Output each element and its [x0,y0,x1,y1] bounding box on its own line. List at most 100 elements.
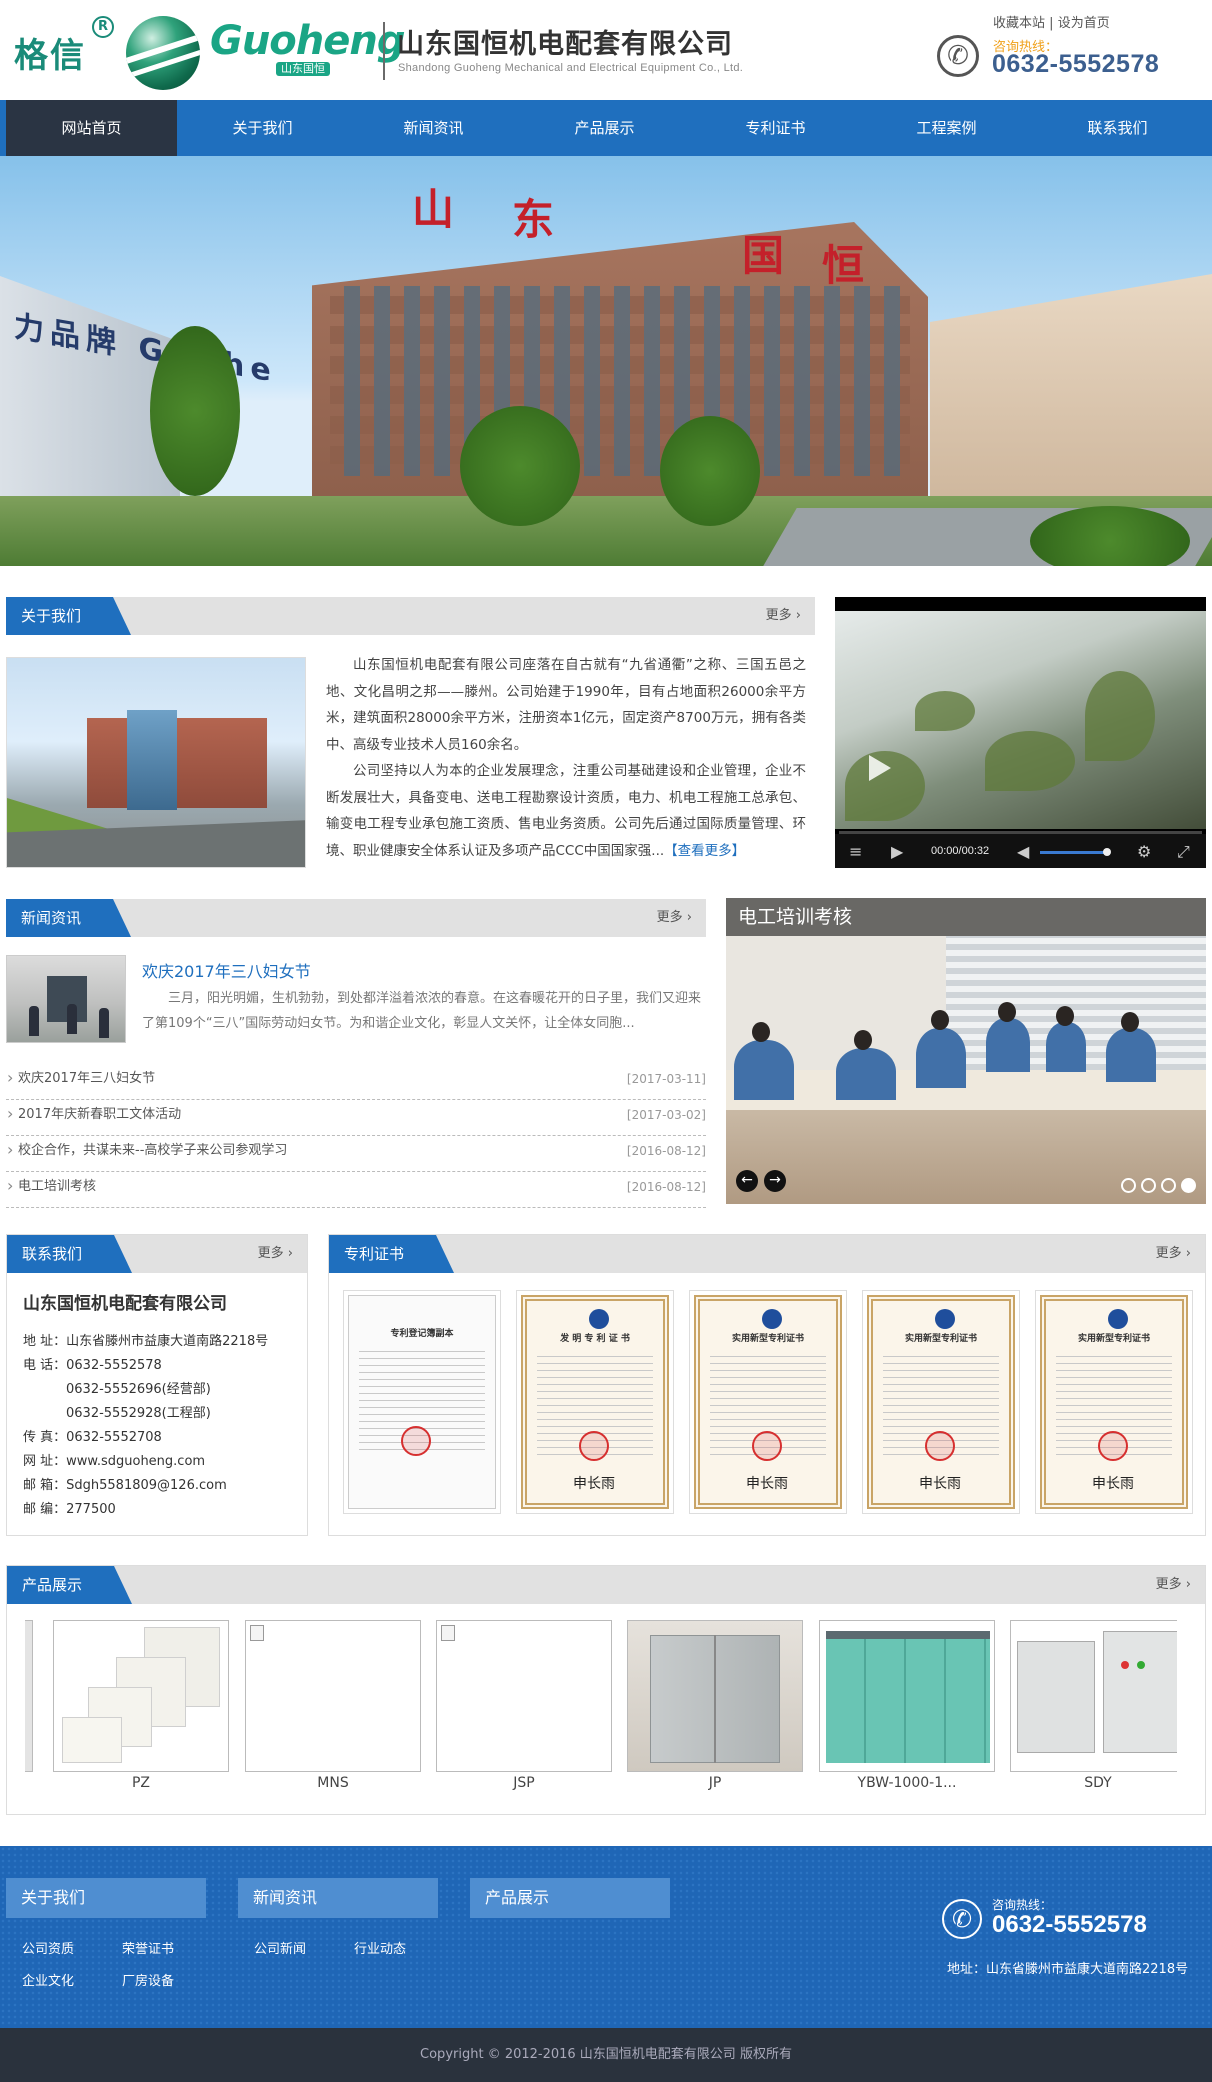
footer-link[interactable]: 行业动态 [354,1938,406,1957]
about-paragraph-1: 山东国恒机电配套有限公司座落在自古就有“九省通衢”之称、三国五邑之地、文化昌明之… [326,657,806,753]
trainee-head [854,1030,872,1050]
trainee [1106,1028,1156,1082]
product-card[interactable]: MNS [245,1620,421,1791]
training-title: 电工培训考核 [726,898,1206,936]
contact-info: 山东国恒机电配套有限公司 地 址：山东省滕州市益康大道南路2218号 电 话：0… [23,1290,268,1522]
nav-contact[interactable]: 联系我们 [1032,100,1203,156]
product-card[interactable]: PZ [53,1620,229,1791]
product-card[interactable]: YBW-1000-1... [819,1620,995,1791]
footer-link[interactable]: 厂房设备 [122,1970,174,1989]
product-card-partial[interactable] [25,1620,33,1772]
patent-certificate[interactable]: 实用新型专利证书 申长雨 [1035,1290,1193,1514]
about-more-link[interactable]: 更多 › [766,597,801,635]
news-list-item[interactable]: 电工培训考核[2016-08-12] [6,1171,706,1208]
contact-zip: 邮 编：277500 [23,1502,116,1517]
nav-patents[interactable]: 专利证书 [690,100,861,156]
company-name: 山东国恒机电配套有限公司 [397,29,733,60]
training-slider[interactable]: 电工培训考核 ← → [726,898,1206,1204]
nav-news[interactable]: 新闻资讯 [348,100,519,156]
trainee [734,1040,794,1100]
patent-certificate[interactable]: 专利登记簿副本 [343,1290,501,1514]
nav-cases[interactable]: 工程案例 [861,100,1032,156]
cert-heading: 实用新型专利证书 [1077,1334,1150,1344]
featured-news-title[interactable]: 欢庆2017年三八妇女节 [142,958,311,982]
nav-about[interactable]: 关于我们 [177,100,348,156]
site-header: 格信 R Guoheng 山东国恒 山东国恒机电配套有限公司 Shandong … [0,0,1212,100]
broken-image-icon [250,1625,264,1641]
cert-heading: 实用新型专利证书 [731,1334,804,1344]
patents-header: 专利证书 更多 › [329,1235,1205,1273]
leaf [1085,671,1155,761]
copyright: Copyright © 2012-2016 山东国恒机电配套有限公司 版权所有 [0,2028,1212,2082]
volume-icon[interactable]: ◀ [1017,842,1029,861]
product-card[interactable]: JSP [436,1620,612,1791]
cert-emblem-icon [935,1309,955,1329]
trainee-head [1121,1012,1139,1032]
play-icon[interactable]: ▶ [891,842,903,861]
big-play-icon[interactable] [869,755,891,781]
trainee-head [931,1010,949,1030]
patent-certificate[interactable]: 实用新型专利证书 申长雨 [689,1290,847,1514]
nav-home[interactable]: 网站首页 [6,100,177,156]
training-dot[interactable] [1141,1178,1156,1193]
globe-logo-icon[interactable] [126,16,200,90]
nav-products[interactable]: 产品展示 [519,100,690,156]
footer-news-title: 新闻资讯 [238,1878,438,1918]
right-building [930,274,1212,514]
set-home-link[interactable]: 设为首页 [1058,16,1110,31]
product-name: JSP [513,1775,535,1791]
contact-more-link[interactable]: 更多 › [258,1235,293,1273]
products-more-link[interactable]: 更多 › [1156,1566,1191,1604]
volume-slider[interactable] [1040,848,1111,856]
footer-link[interactable]: 荣誉证书 [122,1938,174,1957]
training-dot[interactable] [1121,1178,1136,1193]
cert-signature: 申长雨 [919,1476,961,1492]
footer-link[interactable]: 公司资质 [22,1938,74,1957]
tree [460,406,580,526]
read-more-link[interactable]: 【查看更多】 [664,843,745,859]
about-paragraph-2: 公司坚持以人为本的企业发展理念，注重公司基础建设和企业管理，企业不断发展壮大，具… [326,763,806,859]
logo-guoheng[interactable]: Guoheng [210,18,406,64]
trainee-head [1056,1006,1074,1026]
product-carousel: PZ MNS JSP JP YBW-1000-1... SDY [25,1620,1177,1798]
patents-more-link[interactable]: 更多 › [1156,1235,1191,1273]
cert-seal-icon [1098,1431,1128,1461]
fullscreen-icon[interactable]: ⤢ [1177,842,1190,862]
product-card[interactable]: SDY [1010,1620,1177,1791]
prev-arrow-icon[interactable]: ← [736,1170,758,1192]
top-links: 收藏本站 | 设为首页 [993,12,1110,31]
photo-glass-tower [127,710,177,810]
news-thumbnail[interactable] [6,955,126,1043]
patent-certificate[interactable]: 实用新型专利证书 申长雨 [862,1290,1020,1514]
news-list-item[interactable]: 校企合作，共谋未来--高校学子来公司参观学习[2016-08-12] [6,1135,706,1172]
trainee [1046,1022,1086,1072]
product-image [245,1620,421,1772]
contact-address: 地 址：山东省滕州市益康大道南路2218号 [23,1334,269,1349]
footer-link[interactable]: 企业文化 [22,1970,74,1989]
next-arrow-icon[interactable]: → [764,1170,786,1192]
footer-link[interactable]: 公司新闻 [254,1938,306,1957]
playlist-icon[interactable]: ≡ [849,842,862,861]
featured-news-summary: 三月，阳光明媚，生机勃勃，到处都洋溢着浓浓的春意。在这春暖花开的日子里，我们又迎… [142,991,702,1031]
cert-emblem-icon [1108,1309,1128,1329]
thumb-person [99,1008,109,1038]
training-dot-active[interactable] [1181,1178,1196,1193]
cert-seal-icon [752,1431,782,1461]
roof-char-1: 山 [412,185,455,234]
footer-phone-icon: ✆ [942,1899,982,1939]
hero-banner[interactable]: 力品牌 Guohe 山 东 国 恒 [0,156,1212,566]
logo-gexin[interactable]: 格信 [14,28,86,77]
cert-seal-icon [401,1426,431,1456]
thumb-person [67,1004,77,1034]
news-more-link[interactable]: 更多 › [657,899,692,937]
patent-certificate[interactable]: 发 明 专 利 证 书申长雨 [516,1290,674,1514]
training-dot[interactable] [1161,1178,1176,1193]
bookmark-link[interactable]: 收藏本站 [993,16,1045,31]
news-list-item[interactable]: 欢庆2017年三八妇女节[2017-03-11] [6,1063,706,1100]
product-card[interactable]: JP [627,1620,803,1791]
news-title: 新闻资讯 [6,899,131,937]
news-list-item[interactable]: 2017年庆新春职工文体活动[2017-03-02] [6,1099,706,1136]
settings-icon[interactable]: ⚙ [1137,842,1151,861]
cert-seal-icon [925,1431,955,1461]
video-player[interactable]: ≡ ▶ 00:00/00:32 ◀ ⚙ ⤢ [835,597,1206,868]
